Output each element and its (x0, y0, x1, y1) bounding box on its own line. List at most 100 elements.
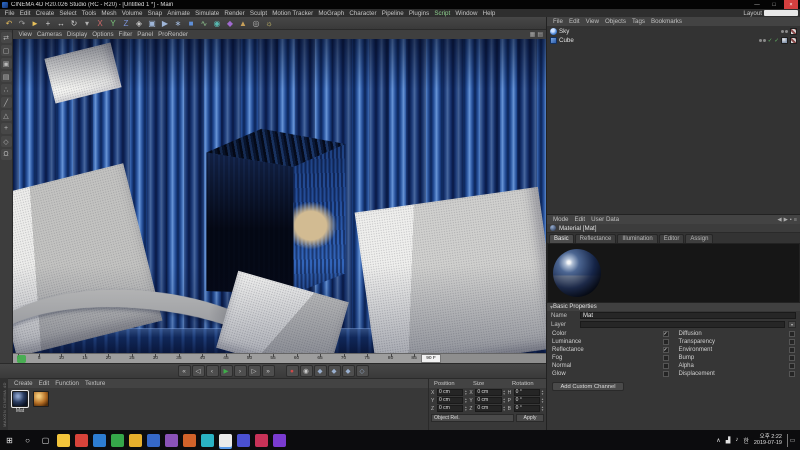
timeline-end-frame[interactable]: 90 F (421, 354, 441, 363)
viewport-menu-item[interactable]: Filter (116, 31, 135, 38)
record-keyframe-button[interactable]: ● (285, 365, 299, 377)
viewport-menu-item[interactable]: Cameras (34, 31, 64, 38)
stepper[interactable]: ▲ ▼ (503, 398, 506, 403)
channel-toggle[interactable]: Luminance (552, 339, 669, 345)
object-row-cube[interactable]: Cube ✓ ✓ (547, 36, 800, 45)
menu-item[interactable]: Snap (145, 10, 165, 17)
add-environment-icon[interactable]: ▲ (237, 17, 249, 29)
attribute-tab[interactable]: Assign (685, 234, 714, 243)
channel-checkbox[interactable] (789, 339, 795, 345)
search-button[interactable]: ○ (21, 434, 34, 447)
visibility-dots[interactable] (781, 30, 788, 33)
object-menu-item[interactable]: Edit (566, 18, 583, 25)
channel-checkbox[interactable] (789, 371, 795, 377)
menu-item[interactable]: Script (432, 10, 453, 17)
viewport-snap-icon[interactable]: ◇ (0, 136, 12, 147)
menu-item[interactable]: MoGraph (316, 10, 347, 17)
viewport-menu-item[interactable]: View (16, 31, 34, 38)
menu-item[interactable]: Mesh (99, 10, 119, 17)
edge-icon[interactable] (93, 433, 106, 447)
channel-toggle[interactable]: Diffusion (679, 331, 795, 337)
rotation-b-field[interactable]: 0 ° (513, 405, 540, 412)
rotation-p-field[interactable]: 0 ° (513, 397, 540, 404)
app-icon-violet[interactable] (273, 433, 286, 447)
app-icon-crimson[interactable] (255, 433, 268, 447)
texture-tag-icon[interactable] (790, 37, 797, 44)
channel-toggle[interactable]: Displacement (679, 371, 795, 377)
stepper[interactable]: ▲ ▼ (464, 390, 467, 395)
attribute-tab[interactable]: Basic (549, 234, 574, 243)
attribute-tab[interactable]: Illumination (617, 234, 658, 243)
lock-z-icon[interactable]: Z (120, 17, 132, 29)
stepper[interactable]: ▲ ▼ (503, 390, 506, 395)
undo-icon[interactable]: ↶ (3, 17, 15, 29)
object-row-sky[interactable]: Sky (547, 27, 800, 36)
goto-start-button[interactable]: « (177, 365, 191, 377)
workplane-snap-icon[interactable]: Ω (0, 149, 12, 160)
material-thumbnail[interactable] (33, 391, 49, 407)
record-parameter-button[interactable]: ◇ (355, 365, 369, 377)
texture-mode-icon[interactable]: ▣ (0, 58, 12, 69)
attribute-menu-item[interactable]: User Data (588, 216, 622, 223)
render-settings-icon[interactable]: ∗ (172, 17, 184, 29)
channel-toggle[interactable]: Alpha (679, 363, 795, 369)
channel-toggle[interactable]: Reflectance (552, 347, 669, 353)
live-selection-icon[interactable]: ► (29, 17, 41, 29)
object-menu-item[interactable]: View (583, 18, 602, 25)
app-icon-teal[interactable] (201, 433, 214, 447)
stepper[interactable]: ▲ ▼ (541, 406, 544, 411)
ime-indicator[interactable]: 한 (743, 436, 749, 445)
single-view-icon[interactable]: ▦ (530, 31, 536, 38)
close-button[interactable]: × (784, 0, 798, 9)
texture-tag-icon[interactable] (790, 28, 797, 35)
channel-checkbox[interactable] (789, 347, 795, 353)
app-icon-blue[interactable] (147, 433, 160, 447)
material-menu-item[interactable]: Function (52, 380, 82, 387)
next-key-button[interactable]: ▷ (247, 365, 261, 377)
menu-item[interactable]: Motion Tracker (270, 10, 316, 17)
toggle-views-icon[interactable]: ▤ (537, 31, 543, 38)
stepper[interactable]: ▲ ▼ (464, 406, 467, 411)
viewport-menu-item[interactable]: Display (64, 31, 89, 38)
render-view-icon[interactable]: ▣ (146, 17, 158, 29)
coordinate-mode-dropdown[interactable]: Object Rel. (431, 414, 514, 422)
record-scale-button[interactable]: ◆ (327, 365, 341, 377)
object-menu-item[interactable]: Tags (629, 18, 648, 25)
history-forward-icon[interactable]: ▶ (784, 217, 788, 223)
channel-toggle[interactable]: Color (552, 331, 669, 337)
timeline-ruler[interactable]: 0510152025303540455055606570758085 90 F (13, 353, 546, 363)
app-icon-purple[interactable] (165, 433, 178, 447)
goto-end-button[interactable]: » (261, 365, 275, 377)
points-mode-icon[interactable]: ∴ (0, 84, 12, 95)
folder-icon[interactable] (57, 433, 70, 447)
menu-item[interactable]: Select (57, 10, 79, 17)
viewport-menu-item[interactable]: Panel (135, 31, 156, 38)
channel-toggle[interactable]: Fog (552, 355, 669, 361)
channel-toggle[interactable]: Glow (552, 371, 669, 377)
visibility-dots[interactable] (758, 39, 766, 42)
add-light-icon[interactable]: ☼ (263, 17, 275, 29)
polygons-mode-icon[interactable]: △ (0, 110, 12, 121)
lock-y-icon[interactable]: Y (107, 17, 119, 29)
channel-checkbox[interactable] (662, 371, 669, 377)
material-menu-item[interactable]: Texture (82, 380, 108, 387)
object-menu-item[interactable]: Objects (602, 18, 629, 25)
stepper[interactable]: ▲ ▼ (464, 398, 467, 403)
menu-item[interactable]: Create (33, 10, 57, 17)
menu-item[interactable]: Window (453, 10, 480, 17)
menu-item[interactable]: Tools (79, 10, 99, 17)
position-x-field[interactable]: 0 cm (437, 389, 464, 396)
layout-dropdown[interactable] (764, 10, 798, 16)
start-button[interactable]: ⊞ (3, 434, 16, 447)
position-z-field[interactable]: 0 cm (437, 405, 464, 412)
object-menu-item[interactable]: File (550, 18, 566, 25)
add-cube-icon[interactable]: ■ (185, 17, 197, 29)
app-icon-red[interactable] (75, 433, 88, 447)
current-frame-marker[interactable] (17, 355, 26, 363)
channel-toggle[interactable]: Bump (679, 355, 795, 361)
prev-frame-button[interactable]: ‹ (205, 365, 219, 377)
channel-checkbox[interactable] (662, 355, 669, 361)
menu-item[interactable]: Edit (17, 10, 33, 17)
rotation-h-field[interactable]: 0 ° (513, 389, 540, 396)
menu-item[interactable]: Pipeline (379, 10, 406, 17)
